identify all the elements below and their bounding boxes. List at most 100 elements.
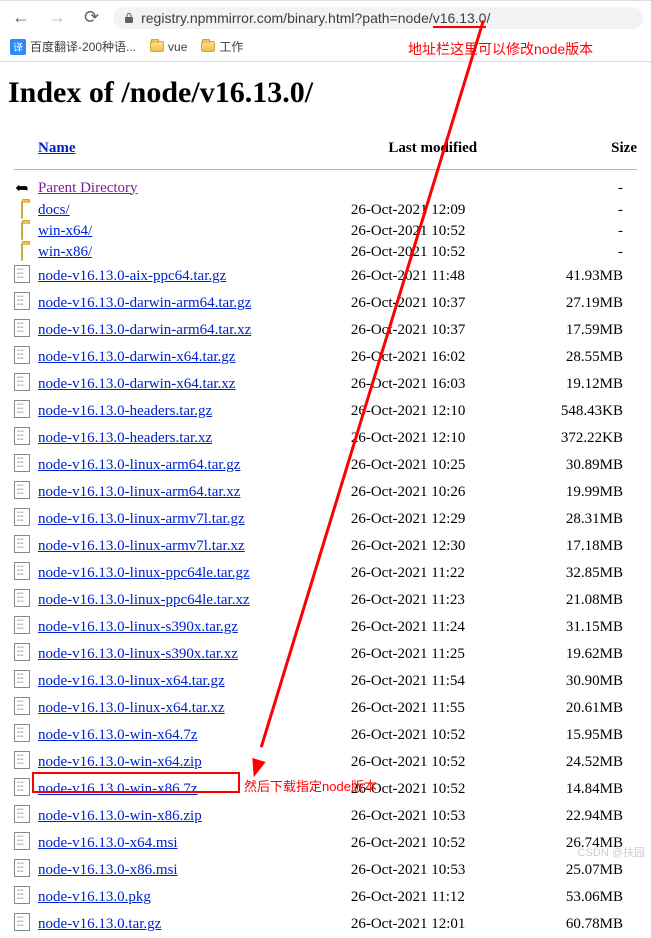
file-icon	[14, 373, 30, 391]
page-content: Index of /node/v16.13.0/ Name Last modif…	[0, 76, 651, 938]
annotation-download: 然后下载指定node版本	[244, 776, 377, 795]
modified-cell: 26-Oct-2021 11:48	[345, 263, 521, 290]
size-cell: 19.62MB	[521, 641, 643, 668]
file-link[interactable]: node-v16.13.0.tar.gz	[38, 916, 161, 932]
file-link[interactable]: node-v16.13.0-linux-s390x.tar.xz	[38, 646, 238, 662]
file-icon	[14, 805, 30, 823]
size-cell: 20.61MB	[521, 695, 643, 722]
modified-cell: 26-Oct-2021 12:30	[345, 533, 521, 560]
annotation-url: 地址栏这里可以修改node版本	[408, 39, 593, 59]
folder-icon	[21, 222, 23, 240]
file-link[interactable]: win-x64/	[38, 223, 92, 239]
bookmark-vue[interactable]: vue	[150, 40, 187, 54]
file-link[interactable]: node-v16.13.0.pkg	[38, 889, 151, 905]
translate-icon: 译	[10, 39, 26, 55]
size-cell: 19.99MB	[521, 479, 643, 506]
size-cell: 19.12MB	[521, 371, 643, 398]
file-icon	[14, 454, 30, 472]
file-link[interactable]: node-v16.13.0-linux-ppc64le.tar.xz	[38, 592, 250, 608]
file-link[interactable]: node-v16.13.0-linux-arm64.tar.gz	[38, 457, 240, 473]
size-cell: 30.90MB	[521, 668, 643, 695]
modified-cell: 26-Oct-2021 11:54	[345, 668, 521, 695]
table-row: node-v16.13.0-headers.tar.xz26-Oct-2021 …	[8, 425, 643, 452]
file-icon	[14, 400, 30, 418]
file-icon	[14, 481, 30, 499]
browser-toolbar: ← → ⟳ registry.npmmirror.com/binary.html…	[0, 0, 651, 34]
file-link[interactable]: node-v16.13.0-linux-armv7l.tar.gz	[38, 511, 245, 527]
folder-icon	[150, 41, 164, 52]
modified-cell: 26-Oct-2021 10:26	[345, 479, 521, 506]
forward-button[interactable]: →	[44, 5, 70, 30]
file-link[interactable]: node-v16.13.0-aix-ppc64.tar.gz	[38, 268, 226, 284]
file-link[interactable]: node-v16.13.0-linux-arm64.tar.xz	[38, 484, 240, 500]
file-icon	[14, 778, 30, 796]
modified-cell: 26-Oct-2021 10:37	[345, 290, 521, 317]
bookmark-label: vue	[168, 40, 187, 54]
table-row: node-v16.13.0-linux-x64.tar.xz26-Oct-202…	[8, 695, 643, 722]
table-row: node-v16.13.0-darwin-arm64.tar.xz 26-Oct-…	[8, 317, 643, 344]
address-bar[interactable]: registry.npmmirror.com/binary.html?path=…	[113, 7, 643, 29]
file-link[interactable]: node-v16.13.0-linux-ppc64le.tar.gz	[38, 565, 250, 581]
page-title: Index of /node/v16.13.0/	[8, 76, 643, 110]
modified-cell: 26-Oct-2021 11:22	[345, 560, 521, 587]
file-link[interactable]: node-v16.13.0-linux-x64.tar.gz	[38, 673, 225, 689]
table-row: node-v16.13.0-linux-x64.tar.gz 26-Oct-202…	[8, 668, 643, 695]
file-icon	[14, 265, 30, 283]
size-cell: 24.52MB	[521, 749, 643, 776]
file-link[interactable]: node-v16.13.0-win-x64.zip	[38, 754, 202, 770]
modified-cell: 26-Oct-2021 11:23	[345, 587, 521, 614]
col-size[interactable]: Size	[521, 136, 643, 161]
file-link[interactable]: win-x86/	[38, 244, 92, 260]
table-row: node-v16.13.0-darwin-x64.tar.xz26-Oct-20…	[8, 371, 643, 398]
modified-cell: 26-Oct-2021 10:52	[345, 722, 521, 749]
file-icon	[14, 886, 30, 904]
table-row: node-v16.13.0-linux-s390x.tar.xz26-Oct-2…	[8, 641, 643, 668]
folder-icon	[21, 201, 23, 219]
file-link[interactable]: node-v16.13.0-linux-s390x.tar.gz	[38, 619, 238, 635]
file-link[interactable]: node-v16.13.0-linux-x64.tar.xz	[38, 700, 225, 716]
annotation-highlight-box	[32, 772, 240, 793]
file-link[interactable]: node-v16.13.0-darwin-x64.tar.gz	[38, 349, 235, 365]
bookmark-label: 百度翻译-200种语...	[30, 38, 136, 55]
file-link[interactable]: node-v16.13.0-darwin-x64.tar.xz	[38, 376, 235, 392]
bookmark-work[interactable]: 工作	[201, 38, 243, 55]
table-row: node-v16.13.0-aix-ppc64.tar.gz 26-Oct-202…	[8, 263, 643, 290]
file-icon	[14, 616, 30, 634]
col-modified[interactable]: Last modified	[345, 136, 521, 161]
size-cell: 30.89MB	[521, 452, 643, 479]
table-row: node-v16.13.0-win-x86.zip26-Oct-2021 10:…	[8, 803, 643, 830]
file-link[interactable]: node-v16.13.0-headers.tar.gz	[38, 403, 212, 419]
table-row: node-v16.13.0-linux-ppc64le.tar.gz 26-Oct…	[8, 560, 643, 587]
file-icon	[14, 562, 30, 580]
file-link[interactable]: node-v16.13.0-darwin-arm64.tar.xz	[38, 322, 251, 338]
modified-cell: 26-Oct-2021 11:24	[345, 614, 521, 641]
file-link[interactable]: node-v16.13.0-darwin-arm64.tar.gz	[38, 295, 251, 311]
file-link[interactable]: node-v16.13.0-linux-armv7l.tar.xz	[38, 538, 245, 554]
file-link[interactable]: node-v16.13.0-headers.tar.xz	[38, 430, 212, 446]
file-link[interactable]: node-v16.13.0-x86.msi	[38, 862, 178, 878]
reload-button[interactable]: ⟳	[80, 5, 103, 30]
size-cell: 41.93MB	[521, 263, 643, 290]
file-link[interactable]: node-v16.13.0-win-x64.7z	[38, 727, 198, 743]
folder-icon	[21, 243, 23, 261]
table-row: node-v16.13.0.pkg26-Oct-2021 11:1253.06M…	[8, 884, 643, 911]
size-cell: 27.19MB	[521, 290, 643, 317]
file-icon	[14, 589, 30, 607]
file-link[interactable]: node-v16.13.0-x64.msi	[38, 835, 178, 851]
table-row: node-v16.13.0-darwin-x64.tar.gz26-Oct-20…	[8, 344, 643, 371]
file-icon	[14, 292, 30, 310]
table-row: node-v16.13.0-linux-ppc64le.tar.xz 26-Oct…	[8, 587, 643, 614]
parent-directory-link[interactable]: Parent Directory	[38, 180, 138, 196]
modified-cell: 26-Oct-2021 12:29	[345, 506, 521, 533]
size-cell: -	[521, 242, 643, 263]
modified-cell: 26-Oct-2021 10:37	[345, 317, 521, 344]
back-arrow-icon: ➦	[15, 178, 28, 198]
bookmark-baidu[interactable]: 译 百度翻译-200种语...	[10, 38, 136, 55]
table-row: node-v16.13.0-linux-arm64.tar.gz26-Oct-2…	[8, 452, 643, 479]
file-link[interactable]: node-v16.13.0-win-x86.zip	[38, 808, 202, 824]
size-cell: 60.78MB	[521, 911, 643, 938]
file-link[interactable]: docs/	[38, 202, 70, 218]
table-row: node-v16.13.0-x64.msi26-Oct-2021 10:5226…	[8, 830, 643, 857]
back-button[interactable]: ←	[8, 5, 34, 30]
col-name[interactable]: Name	[32, 136, 345, 161]
